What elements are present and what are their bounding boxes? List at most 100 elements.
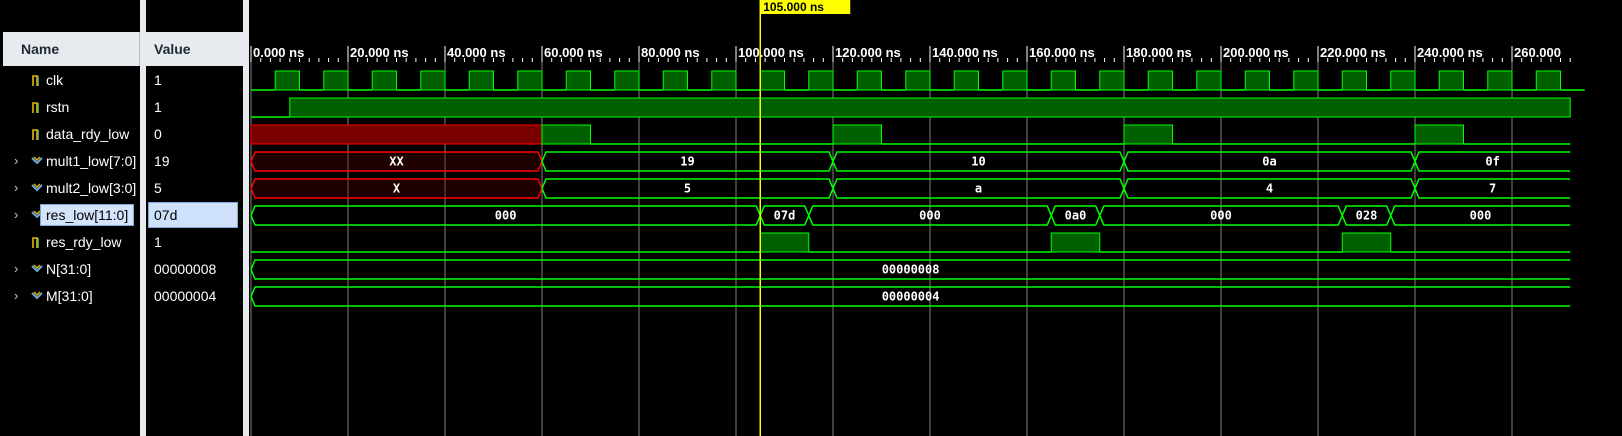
- signal-row[interactable]: › M[31:0] 00000004: [0, 283, 243, 310]
- signal-pulse: [759, 70, 785, 91]
- signal-name[interactable]: res_low[11:0]: [39, 204, 135, 226]
- bus-signal-icon: [31, 264, 43, 273]
- signal-pulse: [759, 232, 810, 253]
- name-column-header[interactable]: Name: [3, 32, 140, 66]
- signal-pulse: [905, 70, 931, 91]
- signal-pulse: [1002, 70, 1028, 91]
- bus-value-label: 0f: [1485, 155, 1499, 169]
- bus-value-label: 0a0: [1065, 209, 1087, 223]
- signal-name[interactable]: res_rdy_low: [46, 234, 121, 250]
- bit-signal-icon: [32, 75, 39, 86]
- ruler-label: 220.000 ns: [1320, 45, 1386, 60]
- signal-pulse: [953, 70, 979, 91]
- signal-value: 0: [154, 126, 162, 142]
- signal-row[interactable]: › res_low[11:0] 07d: [0, 202, 243, 229]
- signal-row[interactable]: clk 1: [0, 67, 243, 94]
- signal-pulse: [1147, 70, 1173, 91]
- signal-pulse: [274, 70, 300, 91]
- signal-pulse: [1438, 70, 1464, 91]
- signal-pulse: [1414, 124, 1464, 145]
- signal-name[interactable]: mult2_low[3:0]: [46, 180, 136, 196]
- signal-value: 1: [154, 72, 162, 88]
- signal-pulse: [289, 97, 1571, 118]
- bus-value-label: 000: [1470, 209, 1492, 223]
- bus-signal-icon: [31, 156, 43, 165]
- expand-chevron-icon[interactable]: ›: [14, 180, 18, 195]
- ruler-label: 260.000: [1514, 45, 1561, 60]
- signal-pulse: [614, 70, 640, 91]
- bit-signal-icon: [32, 129, 39, 140]
- signal-name[interactable]: N[31:0]: [46, 261, 91, 277]
- signal-value: 07d: [154, 207, 178, 223]
- ruler-label: 180.000 ns: [1126, 45, 1192, 60]
- signal-pulse: [1293, 70, 1319, 91]
- signal-pulse: [250, 124, 543, 145]
- bus-value-label: a: [975, 182, 982, 196]
- signal-row[interactable]: › mult1_low[7:0] 19: [0, 148, 243, 175]
- signal-row[interactable]: res_rdy_low 1: [0, 229, 243, 256]
- bus-value-label: 0a: [1262, 155, 1276, 169]
- bus-value-label: X: [393, 182, 401, 196]
- signal-row[interactable]: rstn 1: [0, 94, 243, 121]
- ruler-label: 0.000 ns: [253, 45, 304, 60]
- ruler-label: 20.000 ns: [350, 45, 409, 60]
- bus-value-label: 00000004: [882, 290, 940, 304]
- expand-chevron-icon[interactable]: ›: [14, 261, 18, 276]
- signal-pulse: [1487, 70, 1513, 91]
- signal-pulse: [832, 124, 882, 145]
- expand-chevron-icon[interactable]: ›: [14, 288, 18, 303]
- signal-pulse: [1099, 70, 1125, 91]
- waveform-view[interactable]: 0.000 ns 20.000 ns 40.000 ns 60.000 ns 80.00…: [249, 0, 1622, 436]
- signal-pulse: [323, 70, 349, 91]
- signal-pulse: [420, 70, 446, 91]
- expand-chevron-icon[interactable]: ›: [14, 153, 18, 168]
- ruler-label: 160.000 ns: [1029, 45, 1095, 60]
- bus-value-label: 5: [684, 182, 691, 196]
- bus-value-label: 10: [971, 155, 985, 169]
- bit-signal-icon: [32, 102, 39, 113]
- signal-name[interactable]: rstn: [46, 99, 69, 115]
- signal-pulse: [1341, 70, 1367, 91]
- bus-value-label: 000: [1210, 209, 1232, 223]
- ruler-label: 200.000 ns: [1223, 45, 1289, 60]
- signal-pulse: [1196, 70, 1222, 91]
- signal-row[interactable]: data_rdy_low 0: [0, 121, 243, 148]
- signal-name[interactable]: clk: [46, 72, 63, 88]
- bus-value-label: 028: [1356, 209, 1378, 223]
- signal-list-panel: Name Value clk 1 rstn 1 data_rdy_low 0 › mult1_…: [0, 0, 249, 436]
- signal-pulse: [371, 70, 397, 91]
- signal-value: 1: [154, 99, 162, 115]
- signal-pulse: [1123, 124, 1173, 145]
- signal-pulse: [1341, 232, 1392, 253]
- signal-pulse: [1050, 70, 1076, 91]
- signal-value: 19: [154, 153, 170, 169]
- signal-name[interactable]: mult1_low[7:0]: [46, 153, 136, 169]
- ruler-label: 80.000 ns: [641, 45, 700, 60]
- ruler-label: 240.000 ns: [1417, 45, 1483, 60]
- expand-chevron-icon[interactable]: ›: [14, 207, 18, 222]
- signal-row[interactable]: › N[31:0] 00000008: [0, 256, 243, 283]
- signal-row[interactable]: › mult2_low[3:0] 5: [0, 175, 243, 202]
- signal-pulse: [856, 70, 882, 91]
- signal-name[interactable]: data_rdy_low: [46, 126, 129, 142]
- value-column-header[interactable]: Value: [146, 32, 243, 66]
- signal-pulse: [662, 70, 688, 91]
- signal-value: 00000008: [154, 261, 217, 277]
- grid-lines: [250, 62, 1513, 436]
- ruler-label: 40.000 ns: [447, 45, 506, 60]
- signal-name[interactable]: M[31:0]: [46, 288, 93, 304]
- bus-value-label: 4: [1266, 182, 1273, 196]
- signal-pulse: [711, 70, 737, 91]
- bit-signal-icon: [32, 237, 39, 248]
- signal-pulse: [808, 70, 834, 91]
- ruler-label: 60.000 ns: [544, 45, 603, 60]
- signal-pulse: [1244, 70, 1270, 91]
- signal-pulse: [541, 124, 591, 145]
- waveform-traces: XX 19 10 0a 0fX 5 a 4 7000 07d 000 0a0 000 028 0000000…: [250, 70, 1585, 307]
- bus-value-label: 000: [495, 209, 517, 223]
- bus-signal-icon: [31, 183, 43, 192]
- bus-value-label: 000: [919, 209, 941, 223]
- bus-value-label: 00000008: [882, 263, 940, 277]
- signal-pulse: [1535, 70, 1561, 91]
- bus-value-label: XX: [389, 155, 404, 169]
